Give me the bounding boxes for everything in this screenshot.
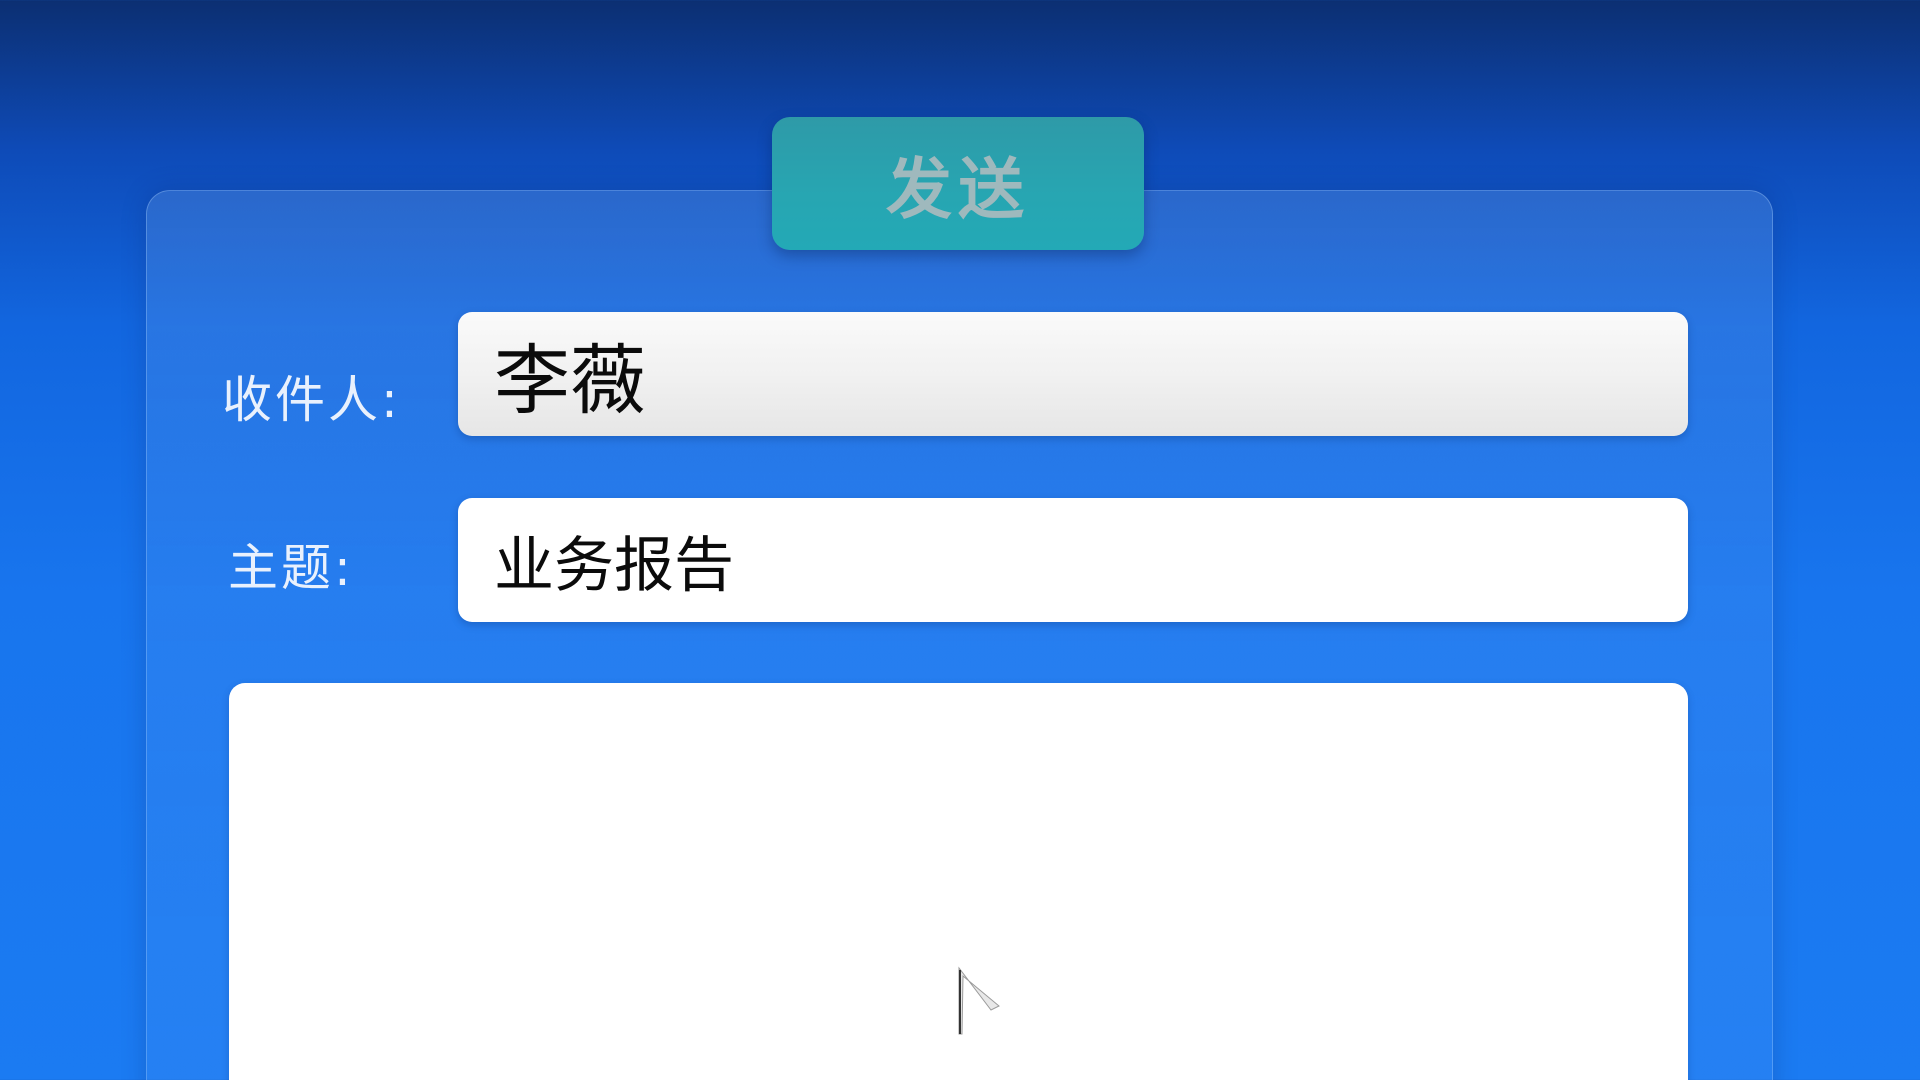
subject-field[interactable]: 业务报告 — [458, 498, 1688, 622]
subject-value: 业务报告 — [494, 530, 734, 601]
mouse-pointer-icon — [958, 966, 1000, 1035]
send-button-label: 发送 — [886, 150, 1030, 228]
recipient-value: 李薇 — [494, 336, 646, 425]
send-button[interactable]: 发送 — [772, 117, 1144, 250]
recipient-label: 收件人: — [222, 371, 401, 429]
recipient-field[interactable]: 李薇 — [458, 312, 1688, 436]
subject-label: 主题: — [228, 539, 354, 597]
